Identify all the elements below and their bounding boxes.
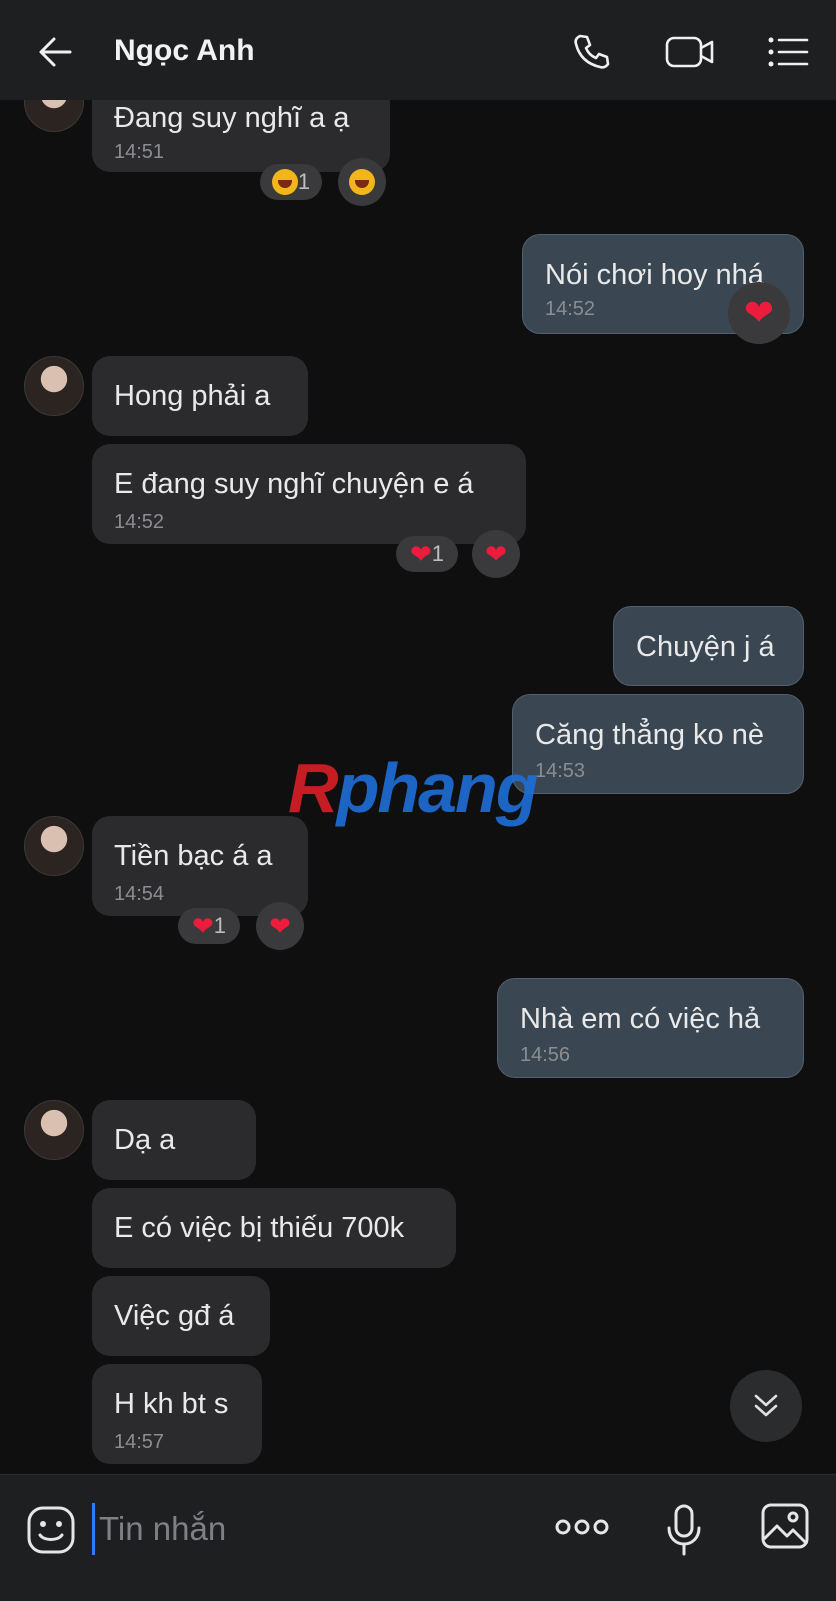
reaction-badge[interactable]: ❤ 1	[396, 536, 458, 572]
emoji-icon[interactable]	[26, 1505, 76, 1555]
double-chevron-down-icon	[754, 1394, 778, 1417]
message-text: Nói chơi hoy nhá	[545, 259, 764, 291]
incoming-message[interactable]: Dạ a	[92, 1100, 256, 1180]
outgoing-message[interactable]: Chuyện j á	[613, 606, 804, 686]
avatar[interactable]	[24, 100, 84, 132]
message-text: E đang suy nghĩ chuyện e á	[114, 468, 474, 500]
more-dots-icon[interactable]	[554, 1515, 610, 1539]
avatar[interactable]	[24, 356, 84, 416]
incoming-message[interactable]: Đang suy nghĩ a ạ 14:51	[92, 100, 390, 172]
message-composer	[0, 1474, 836, 1601]
scroll-to-bottom-button[interactable]	[730, 1370, 802, 1442]
outgoing-message[interactable]: Nhà em có việc hả 14:56	[497, 978, 804, 1078]
avatar[interactable]	[24, 816, 84, 876]
message-time: 14:54	[114, 883, 165, 905]
react-button[interactable]: ❤	[472, 530, 520, 578]
video-call-icon[interactable]	[664, 30, 716, 74]
heart-icon: ❤	[409, 538, 432, 569]
message-time: 14:53	[535, 760, 586, 782]
message-time: 14:52	[114, 511, 165, 533]
menu-list-icon[interactable]	[766, 30, 810, 74]
incoming-message[interactable]: Hong phải a	[92, 356, 308, 436]
reaction-count: 1	[297, 169, 311, 194]
avatar[interactable]	[24, 1100, 84, 1160]
heart-icon: ❤	[191, 910, 214, 941]
reaction-badge[interactable]: ❤ 1	[178, 908, 240, 944]
message-time: 14:52	[545, 298, 596, 320]
laughing-emoji-icon	[271, 169, 298, 195]
incoming-message[interactable]: Tiền bạc á a 14:54	[92, 816, 308, 916]
message-text: Hong phải a	[114, 380, 271, 412]
reaction-badge[interactable]: 1	[260, 164, 322, 200]
reaction-count: 1	[431, 541, 445, 566]
reaction-count: 1	[213, 913, 227, 938]
message-text: Tiền bạc á a	[114, 840, 273, 872]
message-text: Chuyện j á	[636, 631, 775, 663]
microphone-icon[interactable]	[664, 1503, 704, 1557]
message-text: Đang suy nghĩ a ạ	[114, 102, 350, 134]
laughing-emoji-icon	[349, 169, 375, 195]
image-icon[interactable]	[760, 1501, 810, 1551]
message-text: Việc gđ á	[114, 1300, 235, 1332]
incoming-message[interactable]: E có việc bị thiếu 700k	[92, 1188, 456, 1268]
message-time: 14:51	[114, 141, 165, 163]
phone-icon[interactable]	[570, 30, 614, 74]
message-text: E có việc bị thiếu 700k	[114, 1212, 405, 1244]
incoming-message[interactable]: Việc gđ á	[92, 1276, 270, 1356]
reaction-badge[interactable]: ❤	[728, 282, 790, 344]
incoming-message[interactable]: E đang suy nghĩ chuyện e á 14:52	[92, 444, 526, 544]
react-button[interactable]	[338, 158, 386, 206]
contact-name[interactable]: Ngọc Anh	[114, 34, 255, 68]
react-button[interactable]: ❤	[256, 902, 304, 950]
outgoing-message[interactable]: Căng thẳng ko nè 14:53	[512, 694, 804, 794]
message-text: Nhà em có việc hả	[520, 1003, 761, 1035]
message-text: H kh bt s	[114, 1388, 229, 1420]
incoming-message[interactable]: H kh bt s 14:57	[92, 1364, 262, 1464]
message-input[interactable]	[92, 1503, 519, 1555]
message-time: 14:56	[520, 1044, 571, 1066]
watermark-logo: Rphang	[288, 749, 539, 827]
heart-icon: ❤	[485, 538, 507, 569]
message-time: 14:57	[114, 1431, 165, 1453]
heart-icon: ❤	[269, 910, 291, 941]
heart-icon: ❤	[743, 292, 775, 333]
back-arrow-icon[interactable]	[36, 32, 76, 72]
message-text: Căng thẳng ko nè	[535, 719, 764, 751]
chat-header: Ngọc Anh	[0, 0, 836, 100]
message-text: Dạ a	[114, 1124, 176, 1156]
